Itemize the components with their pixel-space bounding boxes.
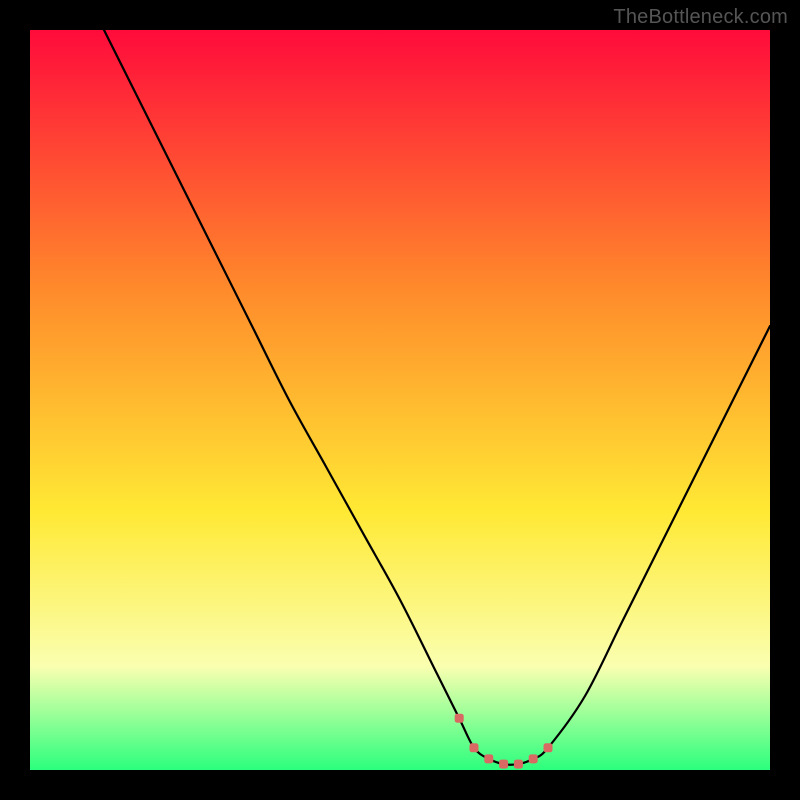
heatmap-background (30, 30, 770, 770)
sweet-spot-marker (470, 743, 479, 752)
sweet-spot-marker (544, 743, 553, 752)
sweet-spot-marker (514, 760, 523, 769)
sweet-spot-marker (484, 754, 493, 763)
chart-stage: TheBottleneck.com (0, 0, 800, 800)
sweet-spot-marker (529, 754, 538, 763)
watermark-text: TheBottleneck.com (613, 6, 788, 29)
bottleneck-chart (30, 30, 770, 770)
sweet-spot-marker (499, 760, 508, 769)
sweet-spot-marker (455, 714, 464, 723)
